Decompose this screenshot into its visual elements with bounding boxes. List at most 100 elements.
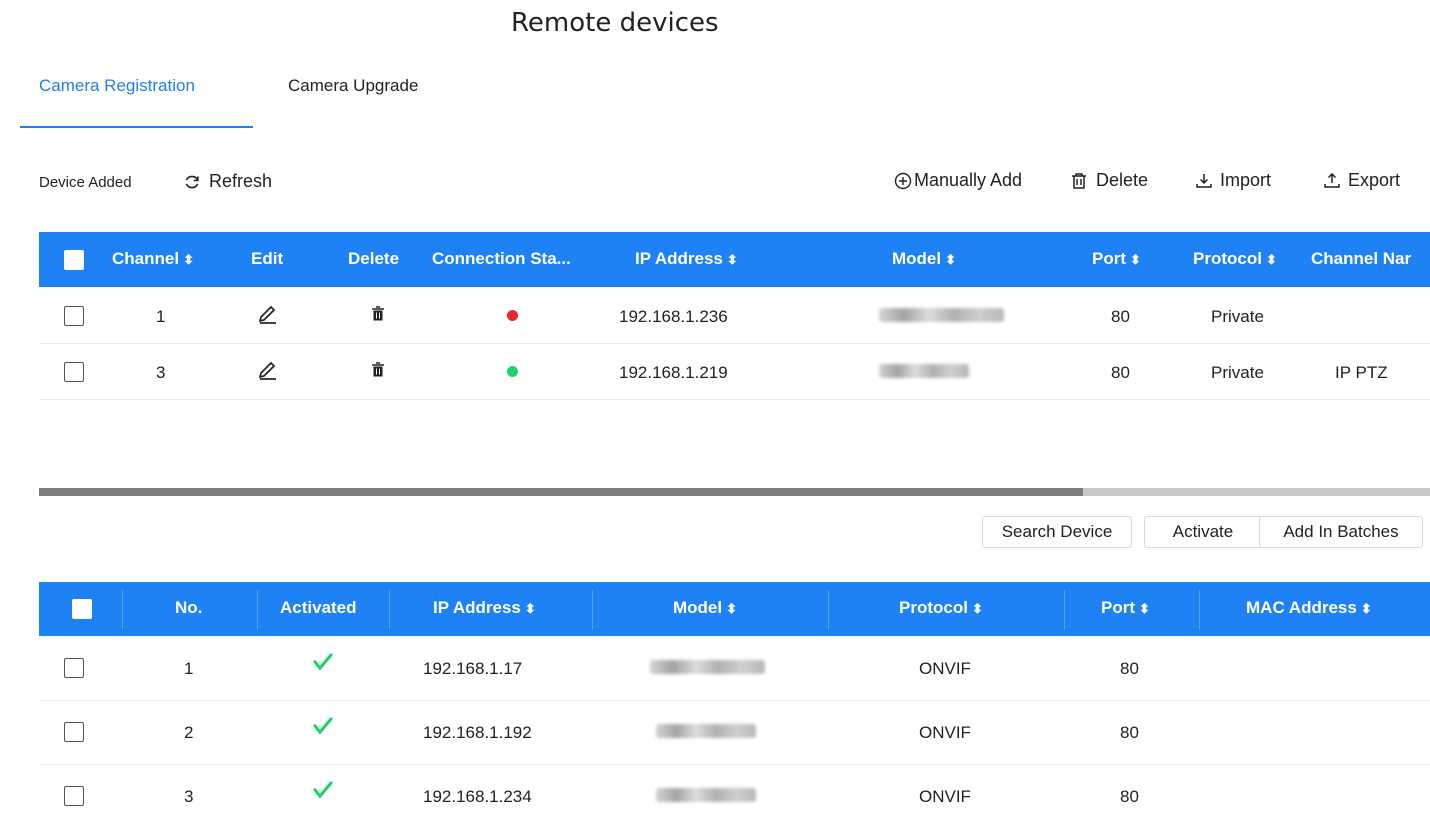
no-cell: 2 [184, 723, 194, 742]
col-delete: Delete [348, 249, 400, 268]
column-divider [1199, 590, 1200, 630]
import-label: Import [1220, 170, 1272, 190]
col-model[interactable]: Model ⬍ [892, 249, 956, 269]
port-cell: 80 [1111, 363, 1130, 382]
channel-name-cell: IP PTZ [1335, 363, 1388, 382]
model-redacted [656, 788, 756, 802]
device-added-label: Device Added [39, 174, 132, 191]
col-model[interactable]: Model ⬍ [673, 598, 737, 618]
ip-address-cell: 192.168.1.17 [423, 659, 523, 678]
col-mac-address[interactable]: MAC Address ⬍ [1246, 598, 1372, 618]
row-checkbox[interactable] [64, 658, 84, 678]
scrollbar-thumb[interactable] [39, 488, 1083, 496]
search-device-button[interactable]: Search Device [982, 516, 1132, 548]
device-toolbar: Device Added Refresh Manually Add Delete… [39, 168, 1430, 198]
tab-camera-registration[interactable]: Camera Registration [39, 76, 195, 96]
ip-address-cell: 192.168.1.219 [619, 363, 728, 382]
port-cell: 80 [1111, 307, 1130, 326]
trash-icon[interactable] [371, 362, 385, 377]
table-row: 1 192.168.1.236 80 Private [39, 287, 1430, 344]
col-channel[interactable]: Channel ⬍ [112, 249, 194, 269]
manually-add-button[interactable]: Manually Add [894, 170, 1022, 191]
export-icon [1324, 172, 1340, 188]
manually-add-label: Manually Add [914, 170, 1023, 190]
col-ip-address[interactable]: IP Address ⬍ [433, 598, 536, 618]
check-icon [313, 653, 333, 671]
table-header: Channel ⬍ Edit Delete Connection Sta... I… [39, 232, 1430, 287]
column-divider [389, 590, 390, 630]
add-in-batches-button[interactable]: Add In Batches [1259, 516, 1423, 548]
model-redacted [879, 364, 969, 378]
row-checkbox[interactable] [64, 362, 84, 382]
channel-cell: 3 [156, 363, 166, 382]
col-port[interactable]: Port ⬍ [1092, 249, 1141, 269]
select-all-checkbox[interactable] [64, 250, 84, 270]
no-cell: 3 [184, 787, 194, 806]
col-ip-address[interactable]: IP Address ⬍ [635, 249, 738, 269]
model-redacted [656, 724, 756, 738]
port-cell: 80 [1120, 723, 1139, 742]
status-dot-online [507, 366, 518, 377]
trash-icon[interactable] [371, 306, 385, 321]
sort-icon: ⬍ [524, 601, 536, 616]
horizontal-scrollbar[interactable] [39, 488, 1430, 496]
delete-button[interactable]: Delete [1070, 170, 1148, 191]
refresh-icon [185, 175, 199, 188]
channel-cell: 1 [156, 307, 166, 326]
col-protocol[interactable]: Protocol ⬍ [899, 598, 983, 618]
import-button[interactable]: Import [1196, 170, 1271, 191]
status-dot-offline [507, 310, 518, 321]
row-checkbox[interactable] [64, 722, 84, 742]
plus-circle-icon [894, 172, 912, 189]
sort-icon: ⬍ [726, 601, 738, 616]
select-all-checkbox[interactable] [72, 599, 92, 619]
ip-address-cell: 192.168.1.234 [423, 787, 532, 806]
table-row: 1 192.168.1.17 ONVIF 80 [39, 636, 1430, 701]
model-redacted [879, 308, 1004, 322]
sort-icon: ⬍ [1360, 601, 1372, 616]
protocol-cell: Private [1211, 307, 1264, 326]
no-cell: 1 [184, 659, 194, 678]
protocol-cell: Private [1211, 363, 1264, 382]
col-port[interactable]: Port ⬍ [1101, 598, 1150, 618]
activate-button[interactable]: Activate [1144, 516, 1262, 548]
trash-icon [1072, 172, 1086, 189]
sort-icon: ⬍ [945, 252, 957, 267]
port-cell: 80 [1120, 659, 1139, 678]
check-icon [313, 781, 333, 799]
column-divider [1064, 590, 1065, 630]
row-checkbox[interactable] [64, 786, 84, 806]
column-divider [592, 590, 593, 630]
col-connection-status: Connection Sta... [432, 249, 571, 268]
col-no: No. [175, 598, 203, 617]
sort-icon: ⬍ [1139, 601, 1150, 616]
protocol-cell: ONVIF [919, 723, 971, 742]
sort-icon: ⬍ [726, 252, 738, 267]
refresh-button[interactable]: Refresh [183, 171, 272, 192]
edit-icon[interactable] [256, 359, 278, 381]
ip-address-cell: 192.168.1.236 [619, 307, 728, 326]
added-devices-table: Channel ⬍ Edit Delete Connection Sta... I… [39, 232, 1430, 488]
search-results-table: No. Activated IP Address ⬍ Model ⬍ Protoco… [39, 582, 1430, 827]
col-protocol[interactable]: Protocol ⬍ [1193, 249, 1277, 269]
active-tab-indicator [20, 126, 253, 128]
column-divider [122, 590, 123, 630]
column-divider [828, 590, 829, 630]
refresh-label: Refresh [209, 171, 273, 191]
table-row: 3 192.168.1.219 80 Private IP PTZ [39, 343, 1430, 400]
import-icon [1196, 173, 1212, 188]
column-divider [257, 590, 258, 630]
row-checkbox[interactable] [64, 306, 84, 326]
export-button[interactable]: Export [1324, 170, 1400, 191]
col-activated: Activated [280, 598, 357, 617]
protocol-cell: ONVIF [919, 659, 971, 678]
model-redacted [650, 660, 765, 674]
export-label: Export [1348, 170, 1401, 190]
edit-icon[interactable] [256, 303, 278, 325]
sort-icon: ⬍ [183, 252, 194, 267]
protocol-cell: ONVIF [919, 787, 971, 806]
sort-icon: ⬍ [971, 601, 983, 616]
col-channel-name: Channel Nar [1311, 249, 1412, 268]
tab-camera-upgrade[interactable]: Camera Upgrade [288, 76, 418, 96]
delete-label: Delete [1096, 170, 1149, 190]
